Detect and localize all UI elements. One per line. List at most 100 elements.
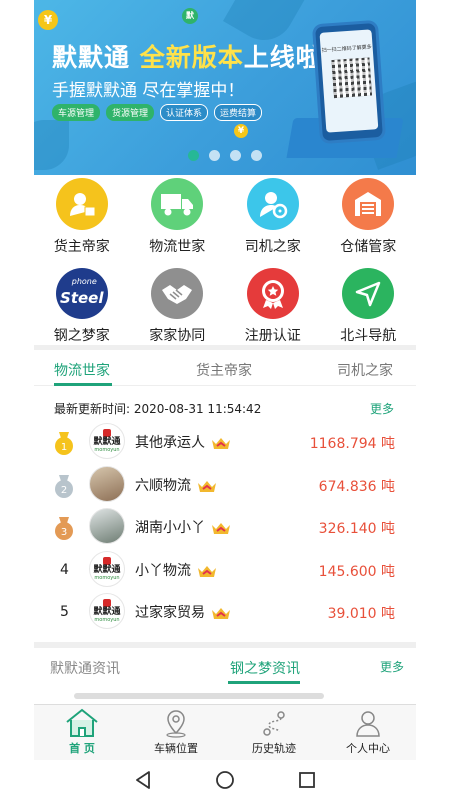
- tonnage: 39.010 吨: [327, 606, 395, 622]
- ranking-row[interactable]: 1 默默通 momoyun 其他承运人 1168.794 吨: [34, 420, 416, 462]
- news-more-link[interactable]: 更多: [380, 658, 404, 675]
- home-circle-icon[interactable]: [210, 768, 240, 792]
- pagination-dot[interactable]: [188, 150, 199, 161]
- recents-square-icon[interactable]: [292, 768, 322, 792]
- tonnage: 674.836 吨: [318, 479, 395, 495]
- back-triangle-icon[interactable]: [128, 768, 158, 792]
- feature-steel-dream[interactable]: phone Steel 钢之梦家: [34, 265, 130, 345]
- crown-icon: [198, 481, 216, 492]
- phone-illustration: 扫一扫二维码了解更多: [311, 19, 387, 145]
- nav-home[interactable]: 首 页: [42, 708, 122, 756]
- tonnage: 326.140 吨: [318, 521, 395, 537]
- rank-number: 4: [60, 562, 69, 578]
- nav-vehicle-location[interactable]: 车辆位置: [136, 708, 216, 756]
- pagination-dot[interactable]: [209, 150, 220, 161]
- avatar: [89, 466, 125, 502]
- ranking-more-link[interactable]: 更多: [370, 400, 394, 417]
- carrier-name: 过家家贸易: [135, 602, 231, 622]
- feature-grid: 货主帝家 物流世家 司机之家 仓储管家 phone Steel 钢之梦家 家家协…: [34, 175, 416, 345]
- coin-icon: ¥: [234, 124, 248, 138]
- feature-driver[interactable]: 司机之家: [225, 175, 321, 265]
- home-icon: [66, 708, 98, 737]
- bottom-navigation: 首 页 车辆位置 历史轨迹 个人中心: [34, 704, 416, 760]
- feature-logistics[interactable]: 物流世家: [130, 175, 226, 265]
- feature-label: 货主帝家: [53, 239, 110, 255]
- pagination-dot[interactable]: [230, 150, 241, 161]
- crown-icon: [212, 523, 230, 534]
- banner-tag: 认证体系: [160, 104, 209, 121]
- svg-text:1: 1: [61, 442, 67, 453]
- promo-banner[interactable]: ¥ ¥ 默 默默通 全新版本上线啦! 手握默默通 尽在掌握中！ 车源管理 货源管…: [34, 0, 416, 175]
- avatar: 默默通 momoyun: [89, 551, 125, 587]
- ranking-row[interactable]: 3 湖南小小丫 326.140 吨: [34, 505, 416, 547]
- news-item-peek: [74, 693, 324, 699]
- user-profile-icon: [356, 711, 380, 737]
- handshake-icon: [151, 268, 204, 319]
- silver-medal-icon: 2: [55, 475, 73, 498]
- tab-steel-dream-news[interactable]: 钢之梦资讯: [230, 658, 300, 678]
- feature-cargo-owner[interactable]: 货主帝家: [34, 175, 130, 265]
- certified-badge-icon: [246, 268, 299, 319]
- crown-icon: [198, 566, 216, 577]
- carrier-name: 湖南小小丫: [135, 517, 231, 537]
- feature-certification[interactable]: 注册认证: [225, 265, 321, 345]
- tab-momo-news[interactable]: 默默通资讯: [50, 658, 120, 678]
- banner-pagination: [34, 150, 416, 161]
- nav-label: 车辆位置: [154, 742, 198, 755]
- tonnage: 1168.794 吨: [309, 436, 395, 452]
- nav-label: 历史轨迹: [252, 742, 296, 755]
- tab-cargo-owner[interactable]: 货主帝家: [196, 360, 252, 380]
- avatar: [89, 508, 125, 544]
- nav-history-track[interactable]: 历史轨迹: [234, 708, 314, 756]
- app-screen: ¥ ¥ 默 默默通 全新版本上线啦! 手握默默通 尽在掌握中！ 车源管理 货源管…: [0, 0, 450, 800]
- ranking-row[interactable]: 5 默默通 momoyun 过家家贸易 39.010 吨: [34, 590, 416, 632]
- carrier-name: 其他承运人: [135, 432, 231, 452]
- feature-label: 仓储管家: [340, 239, 397, 255]
- tab-driver[interactable]: 司机之家: [337, 360, 393, 380]
- feature-label: 北斗导航: [340, 328, 397, 344]
- feature-warehouse[interactable]: 仓储管家: [321, 175, 417, 265]
- nav-label: 首 页: [69, 742, 95, 755]
- feature-label: 司机之家: [244, 239, 301, 255]
- ranking-tabs: 物流世家 货主帝家 司机之家: [34, 350, 416, 386]
- cargo-owner-icon: [55, 178, 108, 230]
- banner-tags: 车源管理 货源管理 认证体系 运费结算: [52, 104, 263, 121]
- svg-text:2: 2: [61, 485, 67, 496]
- right-margin: [416, 0, 450, 800]
- tab-underline: [228, 681, 300, 684]
- phone-caption: 扫一扫二维码了解更多: [321, 44, 372, 54]
- crown-icon: [212, 438, 230, 449]
- pagination-dot[interactable]: [251, 150, 262, 161]
- ranking-row[interactable]: 4 默默通 momoyun 小丫物流 145.600 吨: [34, 548, 416, 590]
- carrier-name: 六顺物流: [135, 475, 217, 495]
- rank-number: 5: [60, 604, 69, 620]
- feature-label: 物流世家: [149, 239, 206, 255]
- tab-logistics[interactable]: 物流世家: [54, 360, 110, 380]
- avatar: 默默通 momoyun: [89, 593, 125, 629]
- tab-underline: [54, 383, 112, 386]
- news-panel: 默默通资讯 钢之梦资讯 更多: [34, 648, 416, 710]
- carrier-name: 小丫物流: [135, 560, 217, 580]
- feature-label: 钢之梦家: [53, 328, 110, 344]
- bronze-medal-icon: 3: [55, 517, 73, 540]
- driver-icon: [246, 178, 299, 230]
- gold-medal-icon: 1: [55, 432, 73, 455]
- nav-profile[interactable]: 个人中心: [328, 708, 408, 756]
- feature-beidou-nav[interactable]: 北斗导航: [321, 265, 417, 345]
- system-navigation-bar: [34, 760, 416, 800]
- app-frame: ¥ ¥ 默 默默通 全新版本上线啦! 手握默默通 尽在掌握中！ 车源管理 货源管…: [34, 0, 416, 800]
- steel-phone-logo-icon: phone Steel: [55, 268, 108, 319]
- tonnage: 145.600 吨: [318, 564, 395, 580]
- avatar: 默默通 momoyun: [89, 423, 125, 459]
- banner-tag: 车源管理: [52, 104, 101, 121]
- navigation-arrow-icon: [342, 268, 395, 319]
- app-logo-icon: 默: [182, 8, 198, 24]
- feature-collaboration[interactable]: 家家协同: [130, 265, 226, 345]
- feature-label: 注册认证: [244, 328, 301, 344]
- ranking-row[interactable]: 2 六顺物流 674.836 吨: [34, 463, 416, 505]
- coin-icon: ¥: [38, 10, 58, 30]
- truck-icon: [151, 178, 204, 230]
- svg-text:3: 3: [61, 527, 67, 538]
- banner-title: 默默通 全新版本上线啦!: [52, 43, 335, 72]
- banner-tag: 货源管理: [106, 104, 155, 121]
